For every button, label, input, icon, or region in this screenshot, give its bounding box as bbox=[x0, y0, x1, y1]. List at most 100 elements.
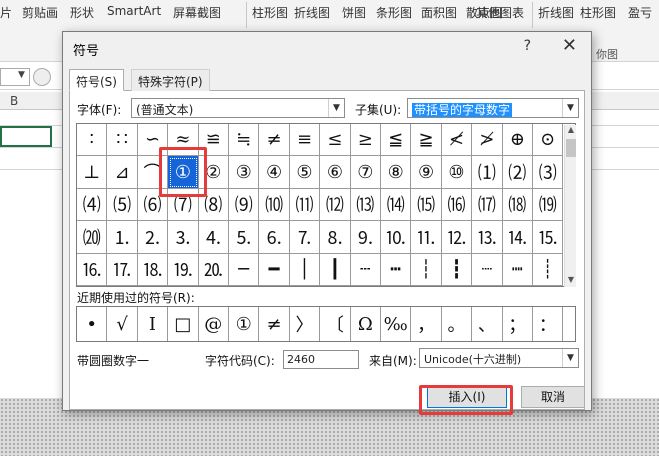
ribbon-item-area-chart[interactable]: 面积图 bbox=[421, 4, 457, 21]
symbol-cell[interactable]: ⒔ bbox=[472, 221, 503, 254]
ribbon-item-pie-chart[interactable]: 饼图 bbox=[342, 4, 366, 21]
cancel-button[interactable]: 取消 bbox=[521, 386, 585, 408]
ribbon-item-sparkline-line[interactable]: 折线图 bbox=[538, 4, 574, 21]
symbol-cell[interactable]: ⑤ bbox=[289, 156, 321, 189]
recent-symbol-cell[interactable]: ， bbox=[411, 307, 442, 341]
close-button[interactable]: ✕ bbox=[562, 35, 577, 56]
tab-symbols[interactable]: 符号(S) bbox=[69, 69, 124, 91]
recent-symbol-cell[interactable]: □ bbox=[168, 307, 199, 341]
symbol-cell[interactable]: ┈ bbox=[472, 253, 503, 286]
symbol-cell[interactable]: ⑨ bbox=[411, 156, 442, 189]
symbol-cell[interactable]: ⊕ bbox=[502, 124, 533, 157]
ribbon-item-column-chart[interactable]: 柱形图 bbox=[252, 4, 288, 21]
symbol-cell[interactable]: ┊ bbox=[533, 253, 564, 286]
symbol-cell[interactable]: ⒋ bbox=[198, 221, 229, 254]
from-select[interactable]: Unicode(十六进制) ▼ bbox=[419, 348, 579, 368]
symbol-cell[interactable]: ⌒ bbox=[137, 156, 169, 189]
symbol-cell[interactable]: ⒛ bbox=[198, 253, 229, 286]
chevron-down-icon[interactable]: ▼ bbox=[328, 99, 344, 117]
chevron-down-icon[interactable]: ▼ bbox=[18, 70, 25, 80]
symbol-cell[interactable]: ⒖ bbox=[533, 221, 564, 254]
symbol-cell[interactable]: ⒏ bbox=[320, 221, 351, 254]
symbol-cell[interactable]: ⊿ bbox=[107, 156, 138, 189]
symbol-cell[interactable]: ≦ bbox=[381, 124, 412, 157]
symbol-cell[interactable]: ⑥ bbox=[320, 156, 351, 189]
scroll-thumb[interactable] bbox=[566, 139, 576, 157]
symbol-cell[interactable]: ≧ bbox=[411, 124, 442, 157]
symbol-cell[interactable]: ⒎ bbox=[289, 221, 321, 254]
active-cell[interactable] bbox=[0, 126, 52, 147]
symbol-cell[interactable]: ⒗ bbox=[77, 253, 108, 286]
ribbon-item-other-charts[interactable]: 其他图表 bbox=[476, 4, 524, 21]
subset-select[interactable]: 带括号的字母数字 ▼ bbox=[407, 98, 579, 118]
symbol-cell[interactable]: ④ bbox=[259, 156, 290, 189]
symbol-cell[interactable]: ⒈ bbox=[107, 221, 138, 254]
symbol-cell[interactable]: ⒍ bbox=[259, 221, 290, 254]
recent-symbol-cell[interactable]: ≠ bbox=[259, 307, 290, 341]
recent-symbol-cell[interactable]: 、 bbox=[472, 307, 503, 341]
symbol-cell[interactable]: ⒆ bbox=[533, 188, 564, 222]
symbol-cell[interactable]: ⒘ bbox=[107, 253, 138, 286]
char-code-input[interactable]: 2460 bbox=[283, 350, 359, 369]
symbol-cell[interactable]: ② bbox=[198, 156, 229, 189]
symbol-cell[interactable]: ┅ bbox=[381, 253, 412, 286]
symbol-cell[interactable]: ∽ bbox=[137, 124, 169, 157]
ribbon-item-smartart[interactable]: SmartArt bbox=[107, 4, 161, 18]
recent-symbol-cell[interactable]: • bbox=[77, 307, 108, 341]
symbol-cell[interactable]: ≠ bbox=[259, 124, 290, 157]
symbol-cell[interactable]: ⒙ bbox=[137, 253, 169, 286]
symbol-cell[interactable]: ⒇ bbox=[77, 221, 108, 254]
symbol-cell[interactable]: ∶ bbox=[77, 124, 108, 157]
ribbon-item-line-chart[interactable]: 折线图 bbox=[294, 4, 330, 21]
symbol-cell[interactable]: ⑻ bbox=[198, 188, 229, 222]
symbol-cell[interactable]: ≥ bbox=[350, 124, 381, 157]
recent-symbol-cell[interactable]: ① bbox=[229, 307, 260, 341]
ribbon-item-bar-chart[interactable]: 条形图 bbox=[376, 4, 412, 21]
symbol-cell[interactable]: ⒕ bbox=[502, 221, 533, 254]
recent-symbol-cell[interactable]: I bbox=[138, 307, 169, 341]
symbol-cell[interactable]: ⒄ bbox=[472, 188, 503, 222]
symbol-cell-selected[interactable]: ① bbox=[168, 156, 199, 189]
symbol-cell[interactable]: ≮ bbox=[441, 124, 473, 157]
symbol-cell[interactable]: ⒅ bbox=[502, 188, 533, 222]
symbol-cell[interactable]: ┃ bbox=[320, 253, 351, 286]
symbol-cell[interactable]: ≤ bbox=[320, 124, 351, 157]
symbol-cell[interactable]: ⑼ bbox=[229, 188, 260, 222]
recent-symbol-cell[interactable]: ‰ bbox=[381, 307, 412, 341]
symbol-cell[interactable]: ⑶ bbox=[533, 156, 564, 189]
symbol-cell[interactable]: ┄ bbox=[350, 253, 381, 286]
symbol-cell[interactable]: ⑽ bbox=[259, 188, 290, 222]
symbol-cell[interactable]: ⑧ bbox=[381, 156, 412, 189]
symbol-cell[interactable]: ⊥ bbox=[77, 156, 108, 189]
symbol-cell[interactable]: ┆ bbox=[411, 253, 442, 286]
symbol-cell[interactable]: ⑷ bbox=[77, 188, 108, 222]
symbol-cell[interactable]: │ bbox=[289, 253, 321, 286]
symbol-cell[interactable]: ⒌ bbox=[229, 221, 260, 254]
symbol-cell[interactable]: ⑵ bbox=[502, 156, 533, 189]
recent-symbol-cell[interactable]: @ bbox=[199, 307, 229, 341]
symbol-cell[interactable]: ⑹ bbox=[137, 188, 169, 222]
recent-symbol-cell[interactable]: Ω bbox=[351, 307, 381, 341]
symbol-cell[interactable]: ━ bbox=[259, 253, 290, 286]
chevron-down-icon[interactable]: ▼ bbox=[562, 99, 578, 117]
symbol-cell[interactable]: ⑿ bbox=[320, 188, 351, 222]
symbol-grid-scrollbar[interactable]: ▲ ▼ bbox=[564, 125, 576, 287]
symbol-cell[interactable]: ⒑ bbox=[381, 221, 412, 254]
symbol-cell[interactable]: ⑦ bbox=[350, 156, 381, 189]
symbol-cell[interactable]: ≈ bbox=[168, 124, 199, 157]
insert-button[interactable]: 插入(I) bbox=[427, 386, 507, 408]
symbol-cell[interactable]: ⑾ bbox=[289, 188, 321, 222]
recent-symbol-cell[interactable]: 〔 bbox=[320, 307, 351, 341]
column-header-b[interactable]: B bbox=[10, 94, 18, 108]
ribbon-item-sparkline-column[interactable]: 柱形图 bbox=[580, 4, 616, 21]
symbol-cell[interactable]: ⒉ bbox=[137, 221, 169, 254]
symbol-cell[interactable]: ≌ bbox=[198, 124, 229, 157]
chevron-down-icon[interactable]: ▼ bbox=[562, 349, 578, 367]
symbol-cell[interactable]: ≯ bbox=[472, 124, 503, 157]
cancel-entry-icon[interactable] bbox=[33, 68, 51, 86]
help-button[interactable]: ? bbox=[524, 38, 531, 54]
symbol-cell[interactable]: ─ bbox=[229, 253, 260, 286]
symbol-cell[interactable]: ⒓ bbox=[441, 221, 473, 254]
symbol-cell[interactable]: ⒁ bbox=[381, 188, 412, 222]
scroll-up-icon[interactable]: ▲ bbox=[565, 125, 577, 137]
